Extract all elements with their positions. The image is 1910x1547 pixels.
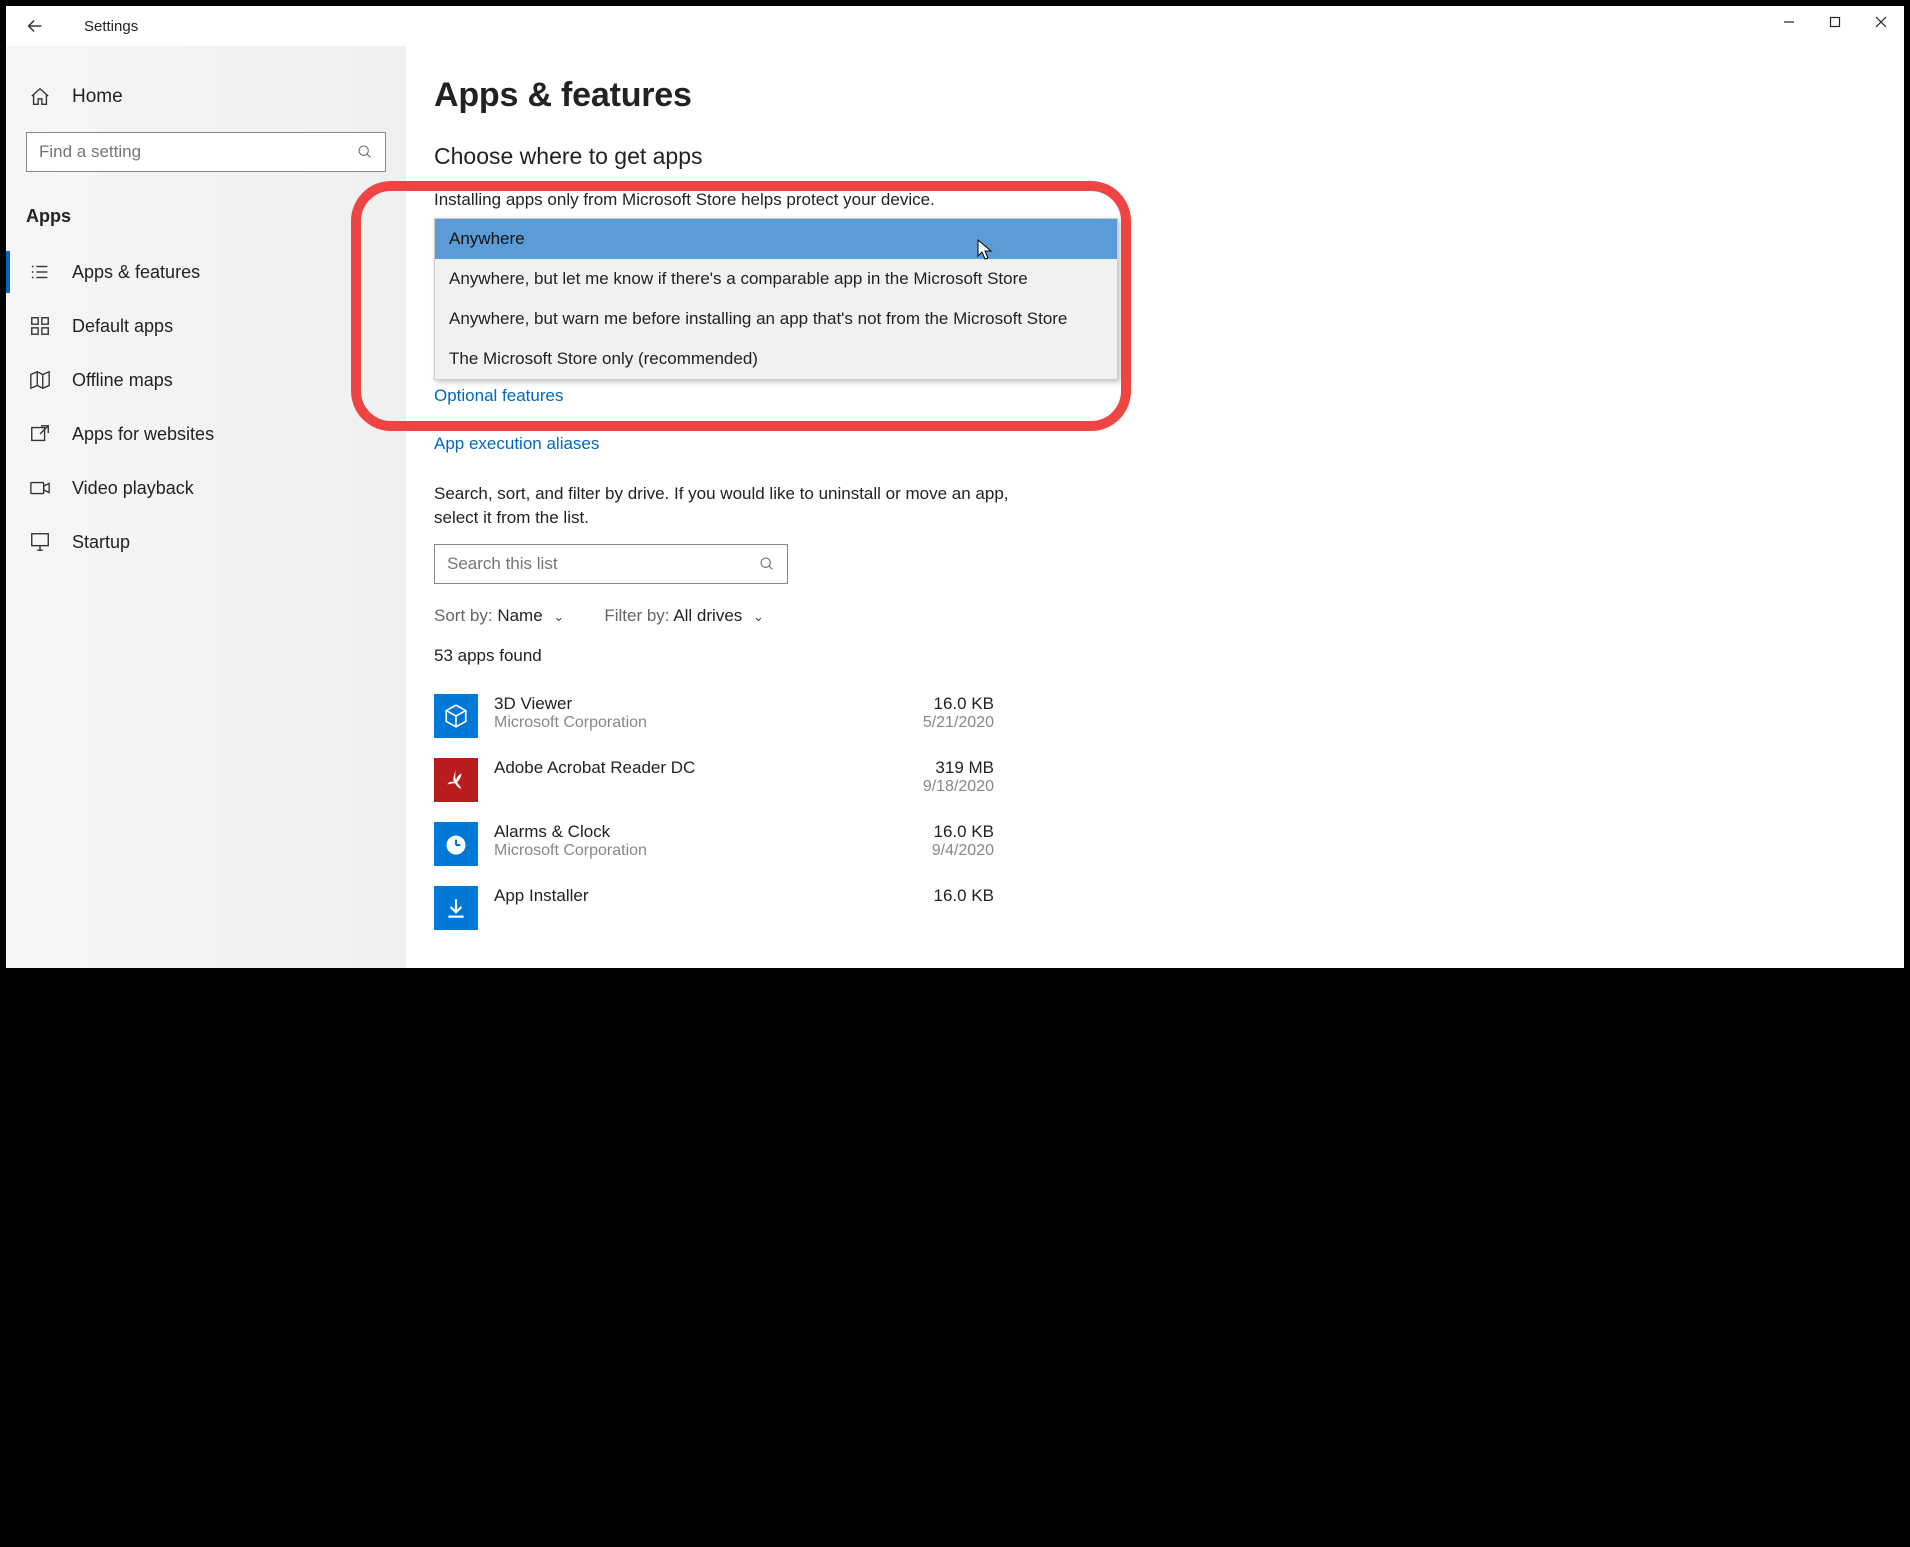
app-execution-aliases-link[interactable]: App execution aliases bbox=[434, 434, 1876, 454]
grid-icon bbox=[26, 315, 54, 337]
app-source-dropdown[interactable]: Anywhere Anywhere, but let me know if th… bbox=[434, 218, 1118, 380]
nav-offline-maps[interactable]: Offline maps bbox=[6, 353, 406, 407]
sidebar: Home Apps Apps & features bbox=[6, 46, 406, 968]
app-size: 16.0 KB bbox=[932, 822, 994, 842]
app-date: 9/18/2020 bbox=[923, 778, 994, 796]
app-icon-alarms bbox=[434, 822, 478, 866]
map-icon bbox=[26, 369, 54, 391]
filter-label: Filter by: bbox=[604, 606, 669, 625]
nav-apps-features[interactable]: Apps & features bbox=[6, 245, 406, 299]
dropdown-option-anywhere[interactable]: Anywhere bbox=[435, 219, 1117, 259]
sort-value: Name bbox=[497, 606, 542, 625]
search-settings-input[interactable] bbox=[39, 142, 357, 162]
dropdown-option-anywhere-warn[interactable]: Anywhere, but warn me before installing … bbox=[435, 299, 1117, 339]
apps-list: 3D Viewer Microsoft Corporation 16.0 KB … bbox=[434, 684, 1876, 940]
app-row[interactable]: Adobe Acrobat Reader DC 319 MB 9/18/2020 bbox=[434, 748, 994, 812]
nav-label: Offline maps bbox=[72, 370, 173, 391]
dropdown-option-anywhere-notify[interactable]: Anywhere, but let me know if there's a c… bbox=[435, 259, 1117, 299]
close-button[interactable] bbox=[1858, 6, 1904, 38]
section-choose-apps-desc: Installing apps only from Microsoft Stor… bbox=[434, 190, 1876, 210]
nav-startup[interactable]: Startup bbox=[6, 515, 406, 569]
apps-count: 53 apps found bbox=[434, 646, 1876, 666]
nav-label: Apps & features bbox=[72, 262, 200, 283]
optional-features-link[interactable]: Optional features bbox=[434, 386, 1876, 406]
video-icon bbox=[26, 477, 54, 499]
home-icon bbox=[26, 86, 54, 108]
app-size: 16.0 KB bbox=[923, 694, 994, 714]
nav-label: Apps for websites bbox=[72, 424, 214, 445]
search-icon bbox=[357, 144, 373, 160]
window-title: Settings bbox=[84, 18, 138, 35]
nav-video-playback[interactable]: Video playback bbox=[6, 461, 406, 515]
app-row[interactable]: 3D Viewer Microsoft Corporation 16.0 KB … bbox=[434, 684, 994, 748]
section-choose-apps-title: Choose where to get apps bbox=[434, 143, 1876, 170]
sort-by-control[interactable]: Sort by: Name ⌄ bbox=[434, 606, 564, 626]
search-settings-box[interactable] bbox=[26, 132, 386, 172]
search-apps-box[interactable] bbox=[434, 544, 788, 584]
back-icon[interactable] bbox=[24, 15, 46, 37]
nav-default-apps[interactable]: Default apps bbox=[6, 299, 406, 353]
app-publisher: Microsoft Corporation bbox=[494, 714, 923, 732]
open-icon bbox=[26, 423, 54, 445]
chevron-down-icon: ⌄ bbox=[753, 609, 764, 624]
app-row[interactable]: App Installer 16.0 KB bbox=[434, 876, 994, 940]
app-name: 3D Viewer bbox=[494, 694, 923, 714]
app-icon-appinstaller bbox=[434, 886, 478, 930]
titlebar: Settings bbox=[6, 6, 1904, 46]
app-size: 16.0 KB bbox=[934, 886, 995, 906]
filter-value: All drives bbox=[673, 606, 742, 625]
sort-label: Sort by: bbox=[434, 606, 493, 625]
app-size: 319 MB bbox=[923, 758, 994, 778]
nav-label: Default apps bbox=[72, 316, 173, 337]
app-name: App Installer bbox=[494, 886, 934, 906]
sidebar-section-label: Apps bbox=[6, 196, 406, 245]
minimize-button[interactable] bbox=[1766, 6, 1812, 38]
list-icon bbox=[26, 261, 54, 283]
main-content: Apps & features Choose where to get apps… bbox=[406, 46, 1904, 968]
apps-list-desc: Search, sort, and filter by drive. If yo… bbox=[434, 482, 1014, 530]
nav-label: Startup bbox=[72, 532, 130, 553]
nav-label: Video playback bbox=[72, 478, 194, 499]
page-title: Apps & features bbox=[434, 76, 1876, 115]
app-name: Alarms & Clock bbox=[494, 822, 932, 842]
app-publisher: Microsoft Corporation bbox=[494, 842, 932, 860]
dropdown-option-store-only[interactable]: The Microsoft Store only (recommended) bbox=[435, 339, 1117, 379]
search-apps-input[interactable] bbox=[447, 554, 759, 574]
home-label: Home bbox=[72, 86, 123, 108]
app-date: 5/21/2020 bbox=[923, 714, 994, 732]
app-row[interactable]: Alarms & Clock Microsoft Corporation 16.… bbox=[434, 812, 994, 876]
settings-window: Settings Home bbox=[6, 6, 1904, 968]
window-controls bbox=[1766, 6, 1904, 38]
app-date: 9/4/2020 bbox=[932, 842, 994, 860]
home-nav[interactable]: Home bbox=[6, 76, 406, 118]
cursor-icon bbox=[977, 239, 995, 261]
chevron-down-icon: ⌄ bbox=[553, 609, 564, 624]
search-icon bbox=[759, 556, 775, 572]
app-icon-acrobat bbox=[434, 758, 478, 802]
startup-icon bbox=[26, 531, 54, 553]
nav-apps-websites[interactable]: Apps for websites bbox=[6, 407, 406, 461]
maximize-button[interactable] bbox=[1812, 6, 1858, 38]
app-icon-3dviewer bbox=[434, 694, 478, 738]
filter-by-control[interactable]: Filter by: All drives ⌄ bbox=[604, 606, 764, 626]
app-name: Adobe Acrobat Reader DC bbox=[494, 758, 923, 778]
